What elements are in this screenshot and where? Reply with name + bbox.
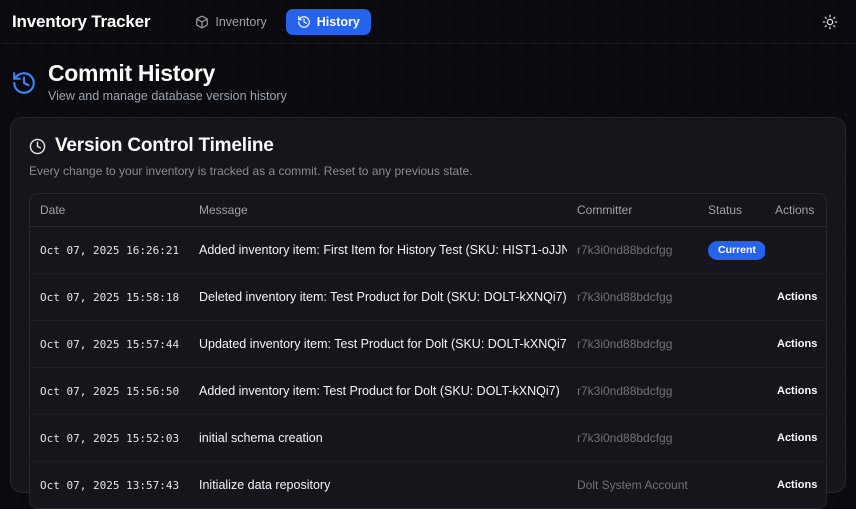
row-actions-button[interactable]: Actions bbox=[775, 381, 819, 401]
commit-date: Oct 07, 2025 15:56:50 bbox=[30, 368, 189, 415]
commit-actions-cell: Actions bbox=[765, 415, 826, 462]
commit-date: Oct 07, 2025 15:58:18 bbox=[30, 274, 189, 321]
commit-row: Oct 07, 2025 15:58:18 Deleted inventory … bbox=[30, 274, 826, 321]
commit-date: Oct 07, 2025 15:52:03 bbox=[30, 415, 189, 462]
nav-tab-history-label: History bbox=[317, 15, 360, 29]
commit-row: Oct 07, 2025 13:57:43 Initialize data re… bbox=[30, 462, 826, 509]
nav-tab-inventory[interactable]: Inventory bbox=[184, 9, 277, 35]
nav-tab-history[interactable]: History bbox=[286, 9, 371, 35]
row-actions-button[interactable]: Actions bbox=[775, 334, 819, 354]
commit-status-cell bbox=[698, 321, 765, 368]
commit-row: Oct 07, 2025 15:52:03 initial schema cre… bbox=[30, 415, 826, 462]
commit-committer: r7k3i0nd88bdcfgg bbox=[567, 368, 698, 415]
commit-status-cell bbox=[698, 368, 765, 415]
commit-status-cell bbox=[698, 415, 765, 462]
clock-icon bbox=[29, 138, 46, 155]
commit-actions-cell: Actions bbox=[765, 321, 826, 368]
page-title: Commit History bbox=[48, 61, 287, 86]
commit-actions-cell: Actions bbox=[765, 462, 826, 509]
commit-date: Oct 07, 2025 13:57:43 bbox=[30, 462, 189, 509]
commit-table-head: Date Message Committer Status Actions bbox=[30, 194, 826, 227]
commit-row: Oct 07, 2025 15:57:44 Updated inventory … bbox=[30, 321, 826, 368]
column-header-committer: Committer bbox=[567, 194, 698, 227]
commit-table: Date Message Committer Status Actions Oc… bbox=[30, 194, 826, 508]
nav-tab-inventory-label: Inventory bbox=[215, 15, 266, 29]
commit-status-cell bbox=[698, 462, 765, 509]
theme-toggle-button[interactable] bbox=[818, 10, 842, 34]
commit-status-cell: Current bbox=[698, 227, 765, 274]
commit-message: Initialize data repository bbox=[189, 462, 567, 509]
package-icon bbox=[195, 15, 209, 29]
topbar: Inventory Tracker Inventory History bbox=[0, 0, 856, 44]
page-header-text: Commit History View and manage database … bbox=[48, 61, 287, 103]
commit-committer: r7k3i0nd88bdcfgg bbox=[567, 321, 698, 368]
version-control-card: Version Control Timeline Every change to… bbox=[10, 117, 846, 493]
commit-actions-cell bbox=[765, 227, 826, 274]
commit-committer: Dolt System Account bbox=[567, 462, 698, 509]
row-actions-button[interactable]: Actions bbox=[775, 287, 819, 307]
commit-actions-cell: Actions bbox=[765, 274, 826, 321]
card-subtitle: Every change to your inventory is tracke… bbox=[29, 164, 827, 178]
commit-committer: r7k3i0nd88bdcfgg bbox=[567, 415, 698, 462]
card-title: Version Control Timeline bbox=[55, 135, 274, 157]
row-actions-button[interactable]: Actions bbox=[775, 428, 819, 448]
column-header-date: Date bbox=[30, 194, 189, 227]
column-header-message: Message bbox=[189, 194, 567, 227]
commit-message: Deleted inventory item: Test Product for… bbox=[189, 274, 567, 321]
commit-row: Oct 07, 2025 16:26:21 Added inventory it… bbox=[30, 227, 826, 274]
app-title: Inventory Tracker bbox=[12, 12, 150, 32]
commit-message: Added inventory item: First Item for His… bbox=[189, 227, 567, 274]
commit-committer: r7k3i0nd88bdcfgg bbox=[567, 227, 698, 274]
commit-date: Oct 07, 2025 15:57:44 bbox=[30, 321, 189, 368]
page-header: Commit History View and manage database … bbox=[0, 44, 856, 103]
commit-message: Updated inventory item: Test Product for… bbox=[189, 321, 567, 368]
commit-message: initial schema creation bbox=[189, 415, 567, 462]
commit-row: Oct 07, 2025 15:56:50 Added inventory it… bbox=[30, 368, 826, 415]
commit-status-cell bbox=[698, 274, 765, 321]
column-header-actions: Actions bbox=[765, 194, 826, 227]
sun-icon bbox=[822, 14, 838, 30]
column-header-status: Status bbox=[698, 194, 765, 227]
history-icon bbox=[11, 70, 37, 96]
commit-actions-cell: Actions bbox=[765, 368, 826, 415]
page-subtitle: View and manage database version history bbox=[48, 89, 287, 103]
card-title-row: Version Control Timeline bbox=[29, 135, 827, 157]
commit-table-body: Oct 07, 2025 16:26:21 Added inventory it… bbox=[30, 227, 826, 509]
status-badge: Current bbox=[708, 241, 765, 260]
commit-date: Oct 07, 2025 16:26:21 bbox=[30, 227, 189, 274]
commit-message: Added inventory item: Test Product for D… bbox=[189, 368, 567, 415]
history-icon bbox=[297, 15, 311, 29]
commit-committer: r7k3i0nd88bdcfgg bbox=[567, 274, 698, 321]
row-actions-button[interactable]: Actions bbox=[775, 475, 819, 495]
commit-table-container: Date Message Committer Status Actions Oc… bbox=[29, 193, 827, 509]
main-nav: Inventory History bbox=[184, 9, 371, 35]
